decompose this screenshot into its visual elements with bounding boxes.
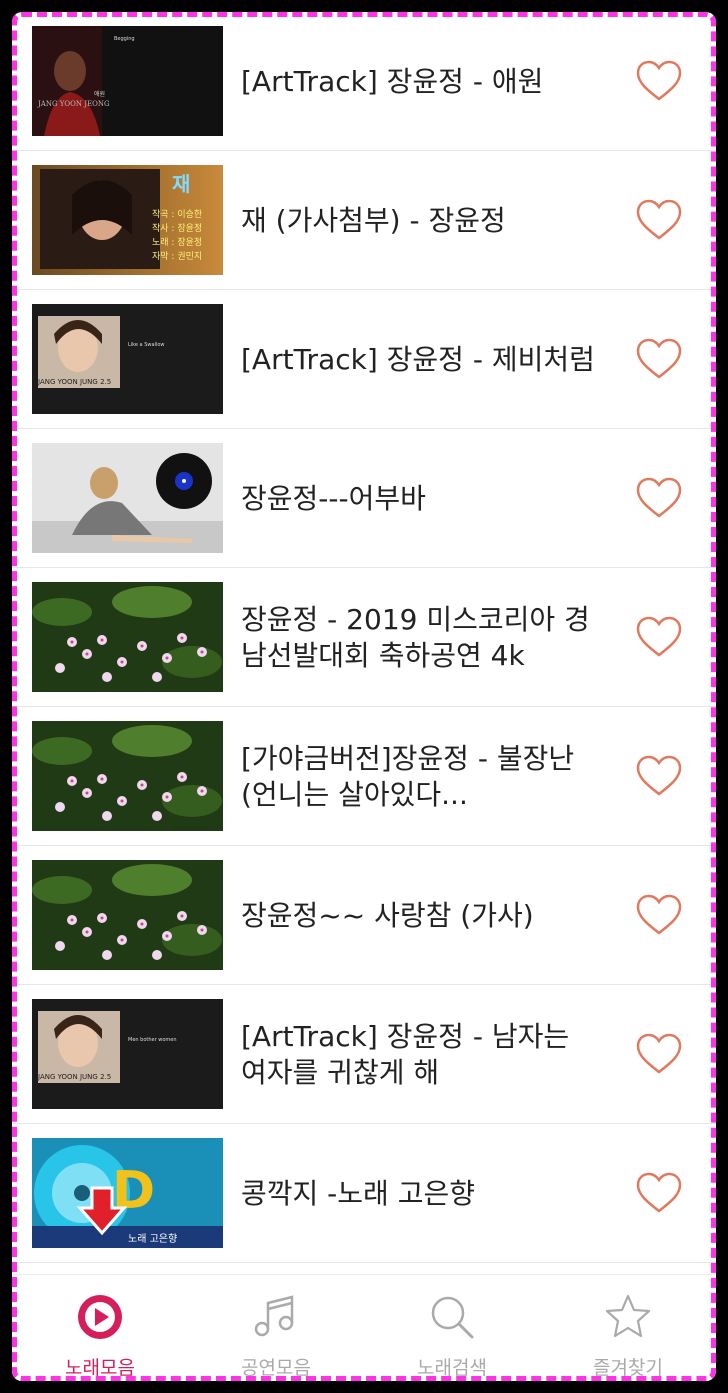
list-item[interactable]: JANG YOON JUNG 2.5 Men bother women [Art…	[12, 985, 716, 1124]
heart-icon[interactable]	[636, 1033, 682, 1075]
heart-icon[interactable]	[636, 60, 682, 102]
list-item[interactable]: 재 작곡 : 이승한 작사 : 장윤정 노래 : 장윤정 자막 : 권민지 재 …	[12, 151, 716, 290]
song-title[interactable]: [ArtTrack] 장윤정 - 남자는 여자를 귀찮게 해	[241, 985, 601, 1124]
thumb-caption: JANG YOON JUNG 2.5	[37, 378, 111, 386]
app-screen: Begging 애원 JANG YOON JEONG [ArtTrack] 장윤…	[12, 12, 716, 1381]
song-thumbnail[interactable]: Begging 애원 JANG YOON JEONG	[32, 26, 223, 136]
heart-icon[interactable]	[636, 894, 682, 936]
tab-label: 공연모음	[241, 1357, 311, 1379]
list-item[interactable]: 장윤정 - 2019 미스코리아 경남선발대회 축하공연 4k	[12, 568, 716, 707]
thumb-caption: JANG YOON JUNG 2.5	[37, 1073, 111, 1081]
thumb-credit-line: 작곡 : 이승한	[152, 209, 202, 220]
heart-icon[interactable]	[636, 755, 682, 797]
thumb-song-text: Men bother women	[128, 1037, 177, 1043]
play-circle-icon	[78, 1295, 122, 1339]
list-item[interactable]: 장윤정~~ 사랑참 (가사)	[12, 846, 716, 985]
tab-label: 즐겨찾기	[593, 1357, 663, 1379]
music-note-icon	[254, 1295, 294, 1337]
song-list: Begging 애원 JANG YOON JEONG [ArtTrack] 장윤…	[12, 12, 716, 1263]
tab-song-collection[interactable]: 노래모음	[12, 1275, 188, 1381]
thumb-text: 노래 고은향	[128, 1233, 177, 1245]
song-thumbnail[interactable]: JANG YOON JUNG 2.5 Like a Swallow	[32, 304, 223, 414]
tab-performance-collection[interactable]: 공연모음	[188, 1275, 364, 1381]
heart-icon[interactable]	[636, 616, 682, 658]
thumb-credit-line: 노래 : 장윤정	[152, 237, 202, 248]
thumb-artist-text: JANG YOON JEONG	[37, 100, 110, 108]
tab-label: 노래검색	[417, 1357, 487, 1379]
song-title[interactable]: [ArtTrack] 장윤정 - 제비처럼	[241, 290, 601, 429]
thumb-credit-line: 작사 : 장윤정	[152, 223, 202, 234]
heart-icon[interactable]	[636, 477, 682, 519]
song-title[interactable]: 장윤정 - 2019 미스코리아 경남선발대회 축하공연 4k	[241, 568, 601, 707]
star-icon	[605, 1294, 651, 1338]
thumb-label-text: 애원	[94, 90, 105, 98]
tab-favorites[interactable]: 즐겨찾기	[540, 1275, 716, 1381]
list-item[interactable]: Begging 애원 JANG YOON JEONG [ArtTrack] 장윤…	[12, 12, 716, 151]
song-thumbnail[interactable]: 재 작곡 : 이승한 작사 : 장윤정 노래 : 장윤정 자막 : 권민지	[32, 165, 223, 275]
heart-icon[interactable]	[636, 338, 682, 380]
thumb-song-text: Begging	[114, 36, 135, 42]
song-thumbnail[interactable]	[32, 582, 223, 692]
song-thumbnail[interactable]	[32, 860, 223, 970]
list-item[interactable]: 장윤정---어부바	[12, 429, 716, 568]
song-title[interactable]: 장윤정---어부바	[241, 429, 601, 568]
thumb-big-char: 재	[172, 172, 190, 196]
list-item[interactable]: JANG YOON JUNG 2.5 Like a Swallow [ArtTr…	[12, 290, 716, 429]
list-item[interactable]: [가야금버전]장윤정 - 불장난 (언니는 살아있다...	[12, 707, 716, 846]
tab-label: 노래모음	[65, 1357, 135, 1379]
heart-icon[interactable]	[636, 1172, 682, 1214]
song-thumbnail[interactable]	[32, 443, 223, 553]
bottom-tab-bar: 노래모음 공연모음 노래검색 즐겨찾기	[12, 1274, 716, 1381]
thumb-song-text: Like a Swallow	[128, 342, 164, 348]
search-icon	[431, 1296, 474, 1339]
song-title[interactable]: 재 (가사첨부) - 장윤정	[241, 151, 601, 290]
list-item[interactable]: D 노래 고은향 콩깍지 -노래 고은향	[12, 1124, 716, 1263]
tab-song-search[interactable]: 노래검색	[364, 1275, 540, 1381]
song-thumbnail[interactable]	[32, 721, 223, 831]
thumb-credit-line: 자막 : 권민지	[152, 250, 202, 262]
song-title[interactable]: [ArtTrack] 장윤정 - 애원	[241, 12, 601, 151]
song-title[interactable]: [가야금버전]장윤정 - 불장난 (언니는 살아있다...	[241, 707, 601, 846]
song-thumbnail[interactable]: JANG YOON JUNG 2.5 Men bother women	[32, 999, 223, 1109]
song-thumbnail[interactable]: D 노래 고은향	[32, 1138, 223, 1248]
heart-icon[interactable]	[636, 199, 682, 241]
song-title[interactable]: 콩깍지 -노래 고은향	[241, 1124, 601, 1263]
song-title[interactable]: 장윤정~~ 사랑참 (가사)	[241, 846, 601, 985]
